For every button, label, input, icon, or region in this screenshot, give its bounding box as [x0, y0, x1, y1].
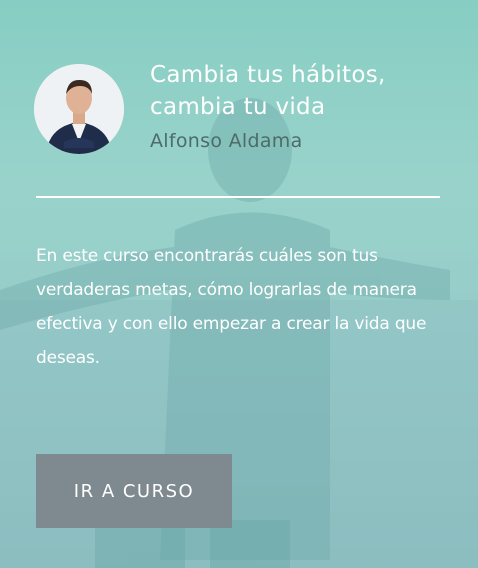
go-to-course-label: IR A CURSO: [73, 480, 195, 502]
course-description: En este curso encontrarás cuáles son tus…: [36, 246, 427, 368]
author-name: Alfonso Aldama: [150, 130, 303, 152]
author-avatar: [34, 64, 124, 154]
divider: [36, 196, 440, 198]
go-to-course-button[interactable]: IR A CURSO: [36, 454, 232, 528]
course-card: Cambia tus hábitos, cambia tu vida Alfon…: [0, 0, 478, 568]
author-photo: [34, 64, 124, 154]
course-title: Cambia tus hábitos, cambia tu vida: [150, 59, 450, 123]
course-title-line-2: cambia tu vida: [150, 94, 326, 120]
course-title-line-1: Cambia tus hábitos,: [150, 62, 386, 88]
